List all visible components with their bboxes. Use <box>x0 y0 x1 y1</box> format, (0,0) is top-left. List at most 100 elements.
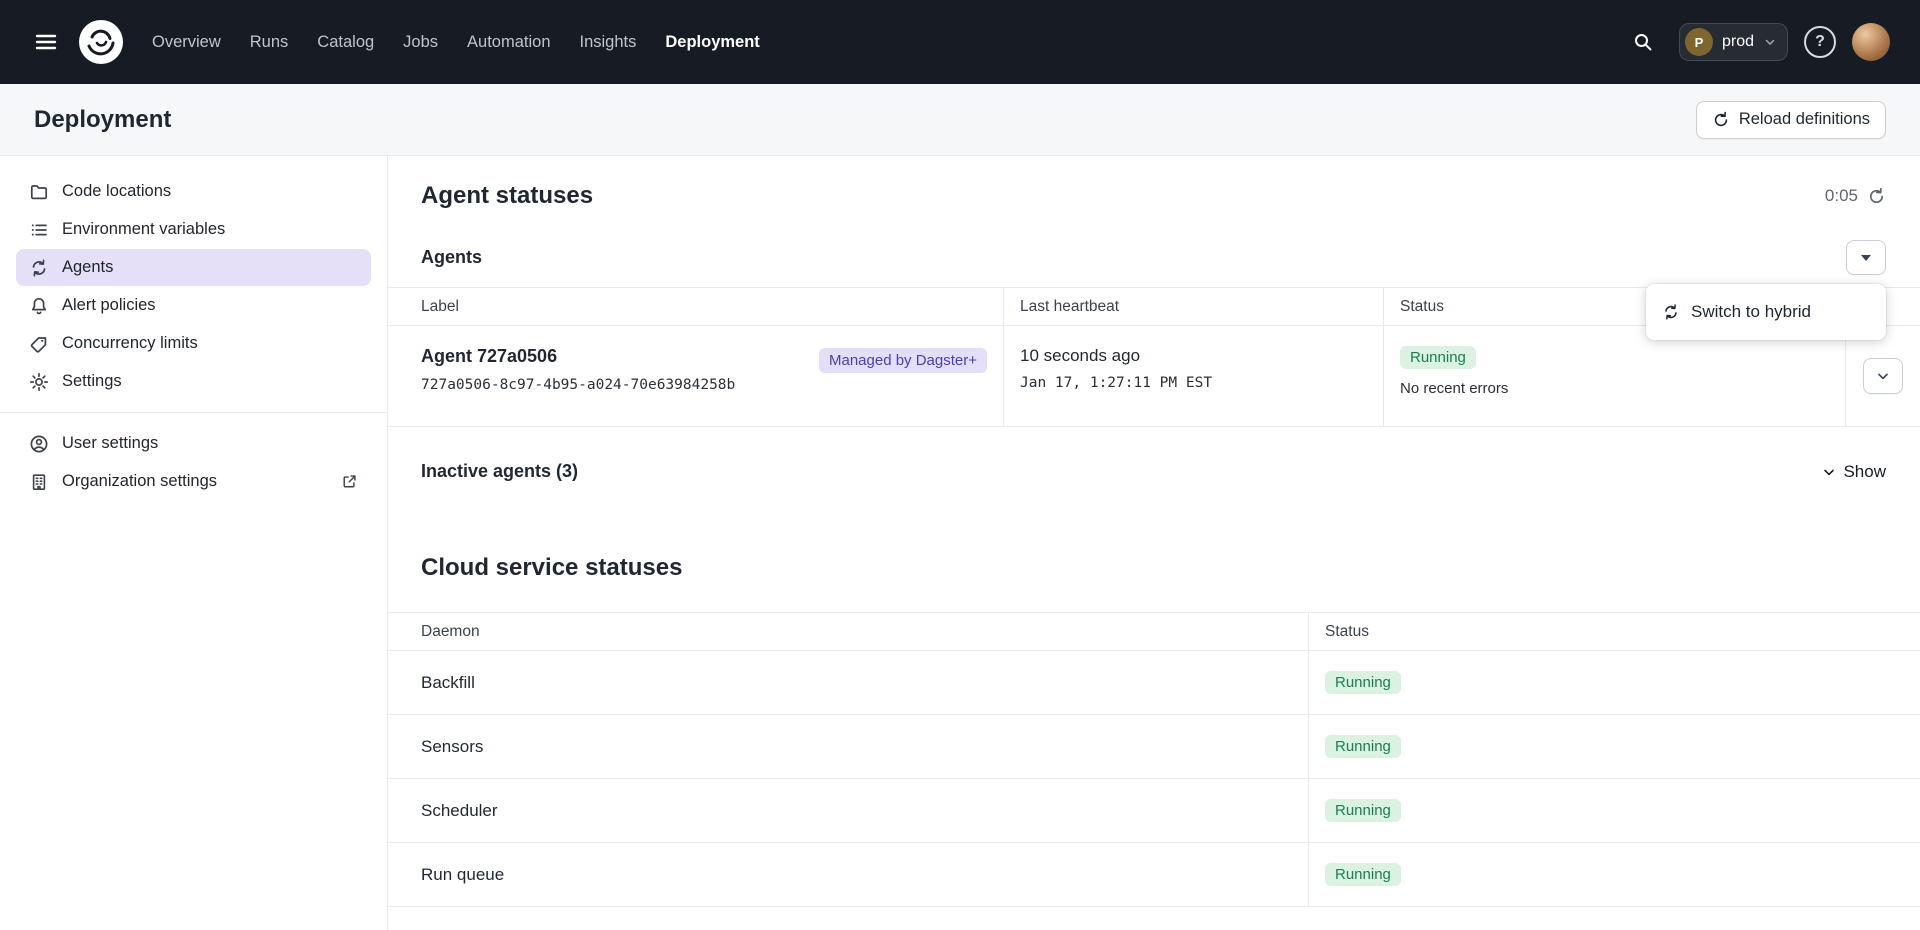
sidebar-item-code-locations[interactable]: Code locations <box>16 173 371 210</box>
nav-item-deployment[interactable]: Deployment <box>665 33 759 52</box>
daemon-status-cell: Running <box>1309 651 1920 714</box>
sidebar-item-label: Code locations <box>62 182 171 201</box>
daemon-name: Backfill <box>388 651 1309 714</box>
sidebar-item-user-settings[interactable]: User settings <box>16 425 371 462</box>
page-header: Deployment Reload definitions <box>0 84 1920 156</box>
column-header-label: Label <box>388 288 1004 325</box>
nav-item-insights[interactable]: Insights <box>580 33 637 52</box>
caret-down-icon <box>1861 255 1871 261</box>
agent-actions-dropdown-button[interactable] <box>1846 240 1886 275</box>
heartbeat-relative: 10 seconds ago <box>1020 346 1367 366</box>
nav-item-jobs[interactable]: Jobs <box>403 33 438 52</box>
agent-status-cell: Running No recent errors <box>1384 326 1846 426</box>
sidebar-item-label: User settings <box>62 434 158 453</box>
inactive-agents-label: Inactive agents (3) <box>421 461 578 482</box>
cloud-services-title: Cloud service statuses <box>421 554 1920 582</box>
refresh-timer[interactable]: 0:05 <box>1825 186 1886 206</box>
reload-definitions-button[interactable]: Reload definitions <box>1696 101 1886 139</box>
menu-icon[interactable] <box>24 20 68 64</box>
services-table-header: Daemon Status <box>388 613 1920 651</box>
agents-section-header: Agents <box>421 240 1886 275</box>
sidebar-item-label: Concurrency limits <box>62 334 198 353</box>
reload-definitions-label: Reload definitions <box>1739 110 1870 129</box>
agent-name: Agent 727a0506 <box>421 346 735 367</box>
status-note: No recent errors <box>1400 380 1829 397</box>
agent-sync-icon <box>29 258 49 278</box>
sync-icon <box>1662 303 1680 321</box>
sidebar-item-concurrency-limits[interactable]: Concurrency limits <box>16 325 371 362</box>
agent-id: 727a0506-8c97-4b95-a024-70e63984258b <box>421 377 735 393</box>
agent-identity: Agent 727a0506 727a0506-8c97-4b95-a024-7… <box>421 346 735 393</box>
nav-item-automation[interactable]: Automation <box>467 33 550 52</box>
main-panel: Agent statuses 0:05 Agents Label Last he… <box>388 156 1920 930</box>
daemon-status-cell: Running <box>1309 715 1920 778</box>
dagster-logo-icon <box>76 17 126 67</box>
agent-label-cell: Agent 727a0506 727a0506-8c97-4b95-a024-7… <box>388 326 1004 426</box>
sidebar-item-agents[interactable]: Agents <box>16 249 371 286</box>
nav-item-catalog[interactable]: Catalog <box>317 33 374 52</box>
sidebar-item-label: Agents <box>62 258 113 277</box>
nav-item-overview[interactable]: Overview <box>152 33 221 52</box>
column-header-last-heartbeat: Last heartbeat <box>1004 288 1384 325</box>
refresh-countdown: 0:05 <box>1825 186 1858 206</box>
agent-row-actions-cell <box>1846 326 1920 426</box>
tag-icon <box>29 334 49 354</box>
agents-section-title: Agents <box>421 247 482 268</box>
sidebar-item-label: Organization settings <box>62 472 217 491</box>
deployment-sidebar: Code locations Environment variables Age… <box>0 156 388 930</box>
status-badge: Running <box>1325 799 1401 822</box>
cloud-services-table: Daemon Status Backfill Running Sensors R… <box>388 612 1920 907</box>
user-icon <box>29 434 49 454</box>
external-link-icon <box>341 473 358 490</box>
service-row-sensors: Sensors Running <box>388 715 1920 779</box>
daemon-status-cell: Running <box>1309 843 1920 906</box>
daemon-status-cell: Running <box>1309 779 1920 842</box>
help-icon[interactable]: ? <box>1804 26 1836 58</box>
sidebar-item-environment-variables[interactable]: Environment variables <box>16 211 371 248</box>
sidebar-item-label: Alert policies <box>62 296 156 315</box>
folder-icon <box>29 182 49 202</box>
agent-heartbeat-cell: 10 seconds ago Jan 17, 1:27:11 PM EST <box>1004 326 1384 426</box>
content-area: Code locations Environment variables Age… <box>0 156 1920 930</box>
service-row-run-queue: Run queue Running <box>388 843 1920 907</box>
show-label: Show <box>1843 462 1886 482</box>
nav-item-runs[interactable]: Runs <box>250 33 289 52</box>
status-badge: Running <box>1325 671 1401 694</box>
show-inactive-agents-button[interactable]: Show <box>1821 462 1886 482</box>
sidebar-item-settings[interactable]: Settings <box>16 363 371 400</box>
reload-icon <box>1712 111 1730 129</box>
status-badge: Running <box>1325 863 1401 886</box>
managed-badge: Managed by Dagster+ <box>819 348 987 373</box>
sidebar-item-label: Settings <box>62 372 122 391</box>
gear-icon <box>29 372 49 392</box>
agent-statuses-header: Agent statuses 0:05 <box>421 182 1886 210</box>
search-icon[interactable] <box>1623 22 1663 62</box>
building-icon <box>29 472 49 492</box>
top-navigation: Overview Runs Catalog Jobs Automation In… <box>0 0 1920 84</box>
agent-row-menu-button[interactable] <box>1863 358 1903 394</box>
sidebar-divider <box>0 412 387 413</box>
deployment-switcher[interactable]: P prod <box>1679 23 1788 61</box>
rows-icon <box>29 220 49 240</box>
deployment-avatar: P <box>1685 28 1713 56</box>
user-avatar[interactable] <box>1852 23 1890 61</box>
agent-row: Agent 727a0506 727a0506-8c97-4b95-a024-7… <box>388 326 1920 427</box>
bell-icon <box>29 296 49 316</box>
menu-item-label: Switch to hybrid <box>1691 302 1811 322</box>
chevron-down-icon <box>1821 464 1837 480</box>
sidebar-item-organization-settings[interactable]: Organization settings <box>16 463 371 500</box>
status-badge: Running <box>1400 346 1476 369</box>
service-row-scheduler: Scheduler Running <box>388 779 1920 843</box>
service-row-backfill: Backfill Running <box>388 651 1920 715</box>
column-header-daemon: Daemon <box>388 613 1309 650</box>
daemon-name: Scheduler <box>388 779 1309 842</box>
page-title: Deployment <box>34 106 171 134</box>
inactive-agents-row: Inactive agents (3) Show <box>421 461 1886 482</box>
daemon-name: Sensors <box>388 715 1309 778</box>
deployment-name: prod <box>1722 33 1754 51</box>
daemon-name: Run queue <box>388 843 1309 906</box>
menu-item-switch-to-hybrid[interactable]: Switch to hybrid <box>1646 292 1886 332</box>
topnav-right-cluster: P prod ? <box>1623 22 1890 62</box>
sidebar-item-alert-policies[interactable]: Alert policies <box>16 287 371 324</box>
sidebar-item-label: Environment variables <box>62 220 225 239</box>
